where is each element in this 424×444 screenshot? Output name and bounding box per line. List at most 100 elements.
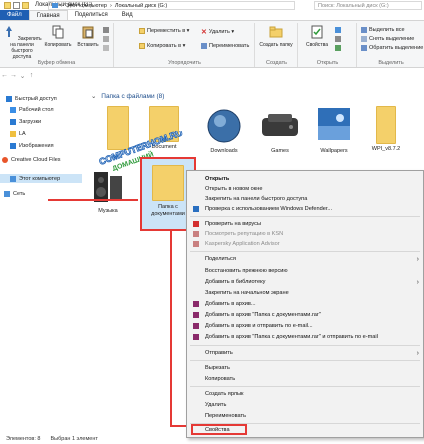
tab-share[interactable]: Поделиться: [68, 10, 115, 20]
folder-item[interactable]: Wallpapers: [312, 106, 356, 154]
select-group: Выделить все Снять выделение Обратить вы…: [358, 23, 424, 67]
new-folder-button[interactable]: Создать папку: [259, 25, 293, 48]
folder-label: Downloads: [210, 148, 238, 154]
quick-access-toolbar: [4, 1, 29, 9]
properties-button[interactable]: Свойства: [303, 25, 331, 48]
copy-path-icon: [103, 36, 109, 42]
history-button[interactable]: [335, 45, 341, 51]
properties-icon[interactable]: [13, 1, 20, 9]
rename-button[interactable]: Переименовать: [201, 43, 249, 49]
chevron-right-icon: ›: [416, 349, 419, 357]
menu-item-archive-email[interactable]: Добавить в архив и отправить по e-mail..…: [187, 321, 423, 331]
navigation-pane: Быстрый доступ Рабочий стол Загрузки LA …: [0, 88, 82, 428]
cut-button[interactable]: [103, 27, 109, 33]
up-arrow-icon[interactable]: ↑: [27, 72, 36, 79]
copy-folder-icon: [139, 43, 145, 49]
group-header[interactable]: ⌄ Папка с файлами (8): [91, 92, 164, 100]
copy-to-button[interactable]: Копировать в ▾: [139, 43, 185, 49]
paste-icon: [82, 26, 94, 39]
folder-label: WPI_v8.7.2: [371, 146, 401, 152]
menu-separator: [190, 251, 420, 252]
folder-item[interactable]: WPI_v8.7.2: [364, 106, 408, 152]
kaspersky-icon: [193, 241, 199, 247]
nav-item-this-pc[interactable]: Этот компьютер: [0, 174, 82, 183]
move-folder-icon: [139, 28, 145, 34]
recent-chevron-icon[interactable]: ⌄: [18, 72, 27, 80]
rename-icon: [201, 43, 207, 49]
pictures-icon: [10, 143, 16, 149]
breadcrumb-drive-g[interactable]: Локальный диск (G:): [115, 3, 167, 9]
menu-item-add-archive-named[interactable]: Добавить в архив "Папка с документами.ra…: [187, 310, 423, 320]
chevron-down-icon: ⌄: [91, 93, 97, 100]
nav-item-desktop[interactable]: Рабочий стол: [10, 107, 54, 113]
folder-item[interactable]: Музыка: [86, 170, 130, 214]
menu-item-restore-version[interactable]: Восстановить прежнюю версию: [187, 266, 423, 276]
folder-icon: [10, 131, 16, 137]
menu-item-add-archive[interactable]: Добавить в архив...: [187, 299, 423, 309]
star-icon: [6, 96, 12, 102]
computer-icon: [10, 175, 16, 182]
menu-separator: [190, 360, 420, 361]
paste-shortcut-icon: [103, 45, 109, 51]
organize-group: Переместить в ▾ Копировать в ▾ ✕ Удалить…: [115, 23, 255, 67]
folder-item[interactable]: Games: [258, 110, 302, 154]
folder-icon: [152, 165, 184, 201]
open-button[interactable]: [335, 27, 341, 33]
delete-button[interactable]: ✕ Удалить ▾: [201, 28, 234, 36]
defender-shield-icon: [193, 206, 199, 212]
menu-item-send-to[interactable]: Отправить ›: [187, 348, 423, 358]
search-input[interactable]: Поиск: Локальный диск (G:): [314, 1, 422, 10]
tab-view[interactable]: Вид: [115, 10, 140, 20]
nav-item-pictures[interactable]: Изображения: [10, 143, 54, 149]
menu-item-delete[interactable]: Удалить: [187, 400, 423, 410]
nav-item-creative-cloud[interactable]: Creative Cloud Files: [2, 157, 61, 163]
select-all-button[interactable]: Выделить все: [361, 27, 405, 33]
menu-item-open-new-window[interactable]: Открыть в новом окне: [187, 184, 423, 194]
menu-item-share[interactable]: Поделиться ›: [187, 254, 423, 264]
selection-count: Выбран 1 элемент: [50, 435, 98, 442]
ribbon-tabs: Файл Главная Поделиться Вид: [0, 10, 424, 20]
copy-path-button[interactable]: [103, 36, 109, 42]
invert-selection-button[interactable]: Обратить выделение: [361, 45, 423, 51]
edit-button[interactable]: [335, 36, 341, 42]
select-group-label: Выделить: [378, 60, 404, 66]
nav-item-downloads[interactable]: Загрузки: [10, 119, 41, 125]
menu-item-ksn-reputation: Посмотреть репутацию в KSN: [187, 229, 423, 239]
select-none-button[interactable]: Снять выделение: [361, 36, 414, 42]
paste-shortcut-button[interactable]: [103, 45, 109, 51]
tab-home[interactable]: Главная: [28, 10, 68, 20]
forward-arrow-icon[interactable]: →: [9, 72, 18, 79]
winrar-icon: [193, 334, 199, 340]
breadcrumb-this-pc[interactable]: Этот компьютер: [66, 3, 107, 9]
tab-file[interactable]: Файл: [0, 10, 29, 20]
paste-button[interactable]: Вставить: [74, 25, 102, 48]
network-icon: [4, 191, 10, 197]
kaspersky-icon: [193, 231, 199, 237]
menu-item-rename[interactable]: Переименовать: [187, 411, 423, 421]
address-bar[interactable]: › Этот компьютер › Локальный диск (G:): [48, 1, 295, 10]
history-icon: [335, 45, 341, 51]
new-folder-icon[interactable]: [22, 1, 29, 9]
menu-item-add-to-library[interactable]: Добавить в библиотеку ›: [187, 277, 423, 287]
copy-button[interactable]: Копировать: [44, 25, 72, 48]
folder-item[interactable]: Downloads: [202, 108, 246, 154]
menu-item-archive-named-email[interactable]: Добавить в архив "Папка с документами.ra…: [187, 332, 423, 342]
nav-item-quick-access[interactable]: Быстрый доступ: [6, 96, 57, 102]
nav-item-la[interactable]: LA: [10, 131, 26, 137]
menu-item-defender-scan[interactable]: Проверка с использованием Windows Defend…: [187, 204, 423, 214]
menu-item-pin-quick-access[interactable]: Закрепить на панели быстрого доступа: [187, 194, 423, 204]
menu-item-pin-start[interactable]: Закрепить на начальном экране: [187, 288, 423, 298]
move-to-button[interactable]: Переместить в ▾: [139, 28, 189, 34]
invert-selection-icon: [361, 45, 367, 51]
nav-item-network[interactable]: Сеть: [4, 191, 25, 197]
pin-quick-access-button[interactable]: Закрепить на панели быстрого доступа: [2, 25, 42, 60]
delete-icon: ✕: [201, 29, 207, 36]
pin-icon: [6, 26, 13, 37]
menu-item-open[interactable]: Открыть: [187, 174, 423, 184]
menu-item-copy[interactable]: Копировать: [187, 374, 423, 384]
new-group-label: Создать: [266, 60, 287, 66]
menu-item-virus-scan[interactable]: Проверить на вирусы: [187, 219, 423, 229]
back-arrow-icon[interactable]: ←: [0, 72, 9, 79]
menu-item-cut[interactable]: Вырезать: [187, 363, 423, 373]
menu-item-create-shortcut[interactable]: Создать ярлык: [187, 389, 423, 399]
